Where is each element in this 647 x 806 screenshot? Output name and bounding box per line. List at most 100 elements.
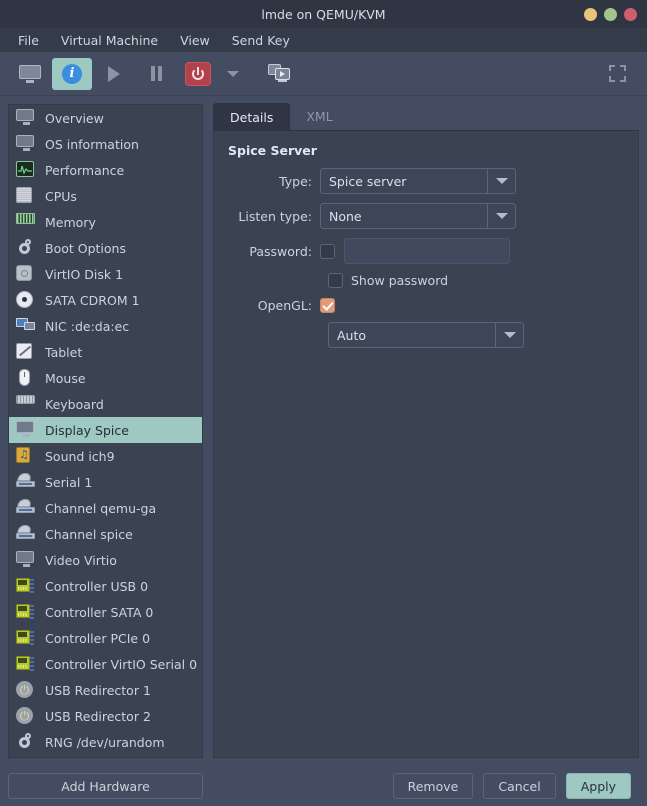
usb-icon: ⏻ bbox=[16, 681, 36, 699]
tabstrip: Details XML bbox=[213, 103, 639, 131]
sidebar-item-usb-redirector-2[interactable]: ⏻ USB Redirector 2 bbox=[9, 703, 202, 729]
cdrom-icon bbox=[16, 291, 36, 309]
memory-stick-icon bbox=[16, 213, 36, 231]
fullscreen-icon bbox=[608, 65, 626, 82]
sidebar-item-controller-sata-0[interactable]: Controller SATA 0 bbox=[9, 599, 202, 625]
fullscreen-button[interactable] bbox=[597, 58, 637, 90]
sidebar-item-label: SATA CDROM 1 bbox=[45, 292, 140, 308]
sidebar-item-label: Memory bbox=[45, 214, 96, 230]
caret-down-icon bbox=[227, 70, 239, 77]
sidebar-item-sound-ich9[interactable]: ♫ Sound ich9 bbox=[9, 443, 202, 469]
sidebar-item-controller-pcie-0[interactable]: Controller PCIe 0 bbox=[9, 625, 202, 651]
shutdown-button[interactable] bbox=[178, 58, 218, 90]
details-pane: Spice Server Type: Spice server Listen t… bbox=[213, 131, 639, 758]
menu-file[interactable]: File bbox=[9, 31, 48, 50]
sidebar-item-tablet[interactable]: Tablet bbox=[9, 339, 202, 365]
footer-actions: Remove Cancel Apply bbox=[392, 773, 639, 799]
sidebar-item-label: Controller VirtIO Serial 0 bbox=[45, 656, 198, 672]
sidebar-item-serial-1[interactable]: Serial 1 bbox=[9, 469, 202, 495]
display-icon bbox=[16, 109, 36, 127]
display-icon bbox=[16, 135, 36, 153]
toolbar: i bbox=[0, 52, 647, 96]
main-body: Overview OS information Performance CPUs Mem… bbox=[0, 96, 647, 766]
sidebar-item-boot-options[interactable]: Boot Options bbox=[9, 235, 202, 261]
sidebar-item-label: Boot Options bbox=[45, 240, 126, 256]
menu-send-key[interactable]: Send Key bbox=[223, 31, 299, 50]
sidebar-item-os-information[interactable]: OS information bbox=[9, 131, 202, 157]
tab-xml[interactable]: XML bbox=[290, 103, 348, 130]
titlebar: lmde on QEMU/KVM bbox=[0, 0, 647, 28]
tab-details[interactable]: Details bbox=[213, 103, 291, 130]
sidebar-item-sata-cdrom-1[interactable]: SATA CDROM 1 bbox=[9, 287, 202, 313]
controller-card-icon bbox=[16, 577, 36, 595]
listen-type-select[interactable]: None bbox=[320, 203, 516, 229]
sidebar-item-label: Performance bbox=[45, 162, 125, 178]
sidebar-item-keyboard[interactable]: Keyboard bbox=[9, 391, 202, 417]
password-label: Password: bbox=[249, 243, 312, 259]
sidebar-item-channel-qemu-ga[interactable]: Channel qemu-ga bbox=[9, 495, 202, 521]
sidebar-item-label: USB Redirector 1 bbox=[45, 682, 151, 698]
section-title: Spice Server bbox=[228, 143, 317, 158]
chevron-down-icon bbox=[487, 169, 515, 193]
sidebar-item-display-spice[interactable]: Display Spice bbox=[9, 417, 202, 443]
sidebar-item-performance[interactable]: Performance bbox=[9, 157, 202, 183]
show-console-button[interactable] bbox=[10, 58, 50, 90]
harddisk-icon bbox=[16, 265, 36, 283]
right-column: Details XML Spice Server Type: Spice ser… bbox=[213, 103, 639, 758]
sidebar-item-channel-spice[interactable]: Channel spice bbox=[9, 521, 202, 547]
opengl-checkbox[interactable] bbox=[320, 298, 335, 313]
sidebar-item-nic-de-da-ec[interactable]: NIC :de:da:ec bbox=[9, 313, 202, 339]
hardware-list[interactable]: Overview OS information Performance CPUs Mem… bbox=[8, 104, 203, 758]
sidebar-item-label: Overview bbox=[45, 110, 104, 126]
remove-button[interactable]: Remove bbox=[392, 773, 474, 799]
sidebar-item-label: Channel qemu-ga bbox=[45, 500, 157, 516]
mouse-icon bbox=[16, 369, 36, 387]
sidebar-item-label: Tablet bbox=[45, 344, 83, 360]
maximize-button[interactable] bbox=[604, 7, 617, 21]
password-enable-checkbox[interactable] bbox=[320, 243, 335, 259]
sidebar-item-label: RNG /dev/urandom bbox=[45, 734, 165, 750]
shutdown-menu-button[interactable] bbox=[220, 58, 246, 90]
gears-icon bbox=[16, 239, 36, 257]
type-label: Type: bbox=[279, 173, 312, 189]
pause-button[interactable] bbox=[136, 58, 176, 90]
screens-icon bbox=[268, 63, 292, 84]
network-icon bbox=[16, 317, 36, 335]
render-node-select[interactable]: Auto bbox=[328, 322, 524, 348]
chevron-down-icon bbox=[487, 204, 515, 228]
sidebar-item-mouse[interactable]: Mouse bbox=[9, 365, 202, 391]
sidebar-item-label: OS information bbox=[45, 136, 139, 152]
close-button[interactable] bbox=[624, 7, 637, 21]
snapshots-button[interactable] bbox=[260, 58, 300, 90]
add-hardware-button[interactable]: Add Hardware bbox=[8, 773, 203, 799]
display-icon bbox=[16, 551, 36, 569]
sidebar-item-cpus[interactable]: CPUs bbox=[9, 183, 202, 209]
menu-view[interactable]: View bbox=[171, 31, 219, 50]
sidebar-item-label: NIC :de:da:ec bbox=[45, 318, 130, 334]
minimize-button[interactable] bbox=[584, 7, 597, 21]
sound-icon: ♫ bbox=[16, 447, 36, 465]
play-icon bbox=[108, 65, 120, 82]
sidebar-item-controller-usb-0[interactable]: Controller USB 0 bbox=[9, 573, 202, 599]
cancel-button[interactable]: Cancel bbox=[483, 773, 556, 799]
sidebar-item-overview[interactable]: Overview bbox=[9, 105, 202, 131]
gears-icon bbox=[16, 733, 36, 751]
sidebar-item-virtio-disk-1[interactable]: VirtIO Disk 1 bbox=[9, 261, 202, 287]
sidebar-item-usb-redirector-1[interactable]: ⏻ USB Redirector 1 bbox=[9, 677, 202, 703]
pause-icon bbox=[150, 66, 162, 81]
show-details-button[interactable]: i bbox=[52, 57, 92, 90]
sidebar-item-label: Channel spice bbox=[45, 526, 133, 542]
sidebar-item-rng-dev-urandom[interactable]: RNG /dev/urandom bbox=[9, 729, 202, 755]
apply-button[interactable]: Apply bbox=[565, 773, 631, 799]
type-select[interactable]: Spice server bbox=[320, 168, 516, 194]
sidebar-item-memory[interactable]: Memory bbox=[9, 209, 202, 235]
password-input[interactable] bbox=[344, 238, 510, 264]
sidebar-item-label: CPUs bbox=[45, 188, 77, 204]
show-password-checkbox[interactable] bbox=[328, 273, 343, 288]
show-password-label: Show password bbox=[351, 273, 449, 288]
sidebar-item-video-virtio[interactable]: Video Virtio bbox=[9, 547, 202, 573]
run-button[interactable] bbox=[94, 58, 134, 90]
sidebar-item-controller-virtio-serial-0[interactable]: Controller VirtIO Serial 0 bbox=[9, 651, 202, 677]
sidebar-item-label: Controller SATA 0 bbox=[45, 604, 154, 620]
menu-virtual-machine[interactable]: Virtual Machine bbox=[52, 31, 167, 50]
